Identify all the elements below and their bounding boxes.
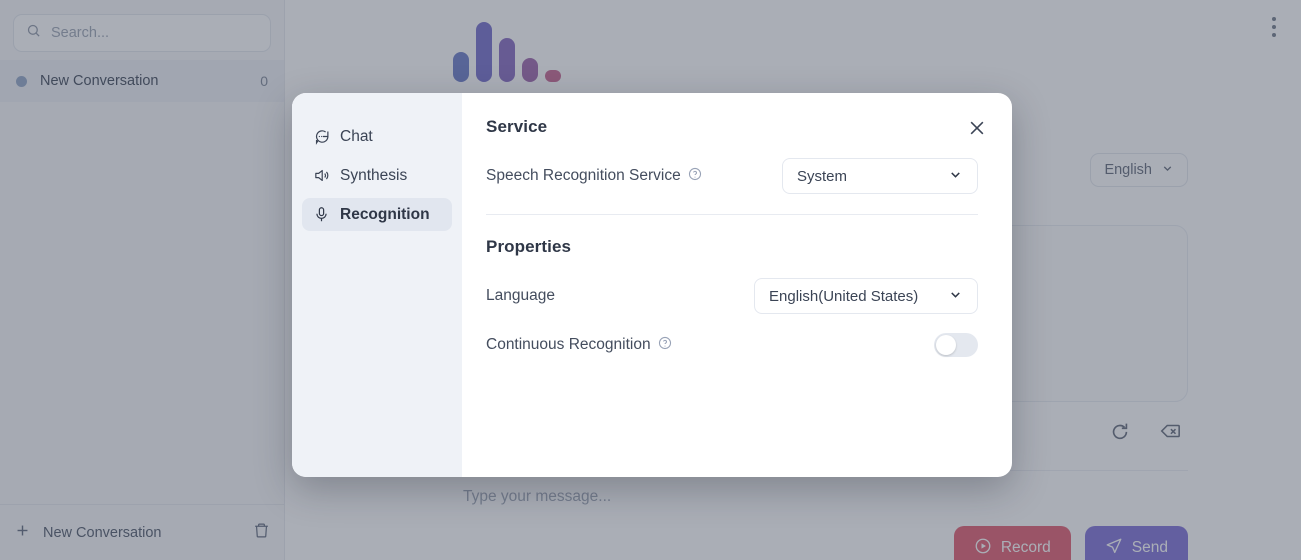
speech-recognition-service-label-text: Speech Recognition Service bbox=[486, 167, 681, 184]
speech-recognition-service-select[interactable]: System bbox=[782, 158, 978, 194]
settings-nav-item-chat[interactable]: Chat bbox=[302, 120, 452, 153]
speech-recognition-service-value: System bbox=[797, 167, 848, 185]
language-label: Language bbox=[486, 287, 555, 304]
properties-section-heading: Properties bbox=[486, 237, 572, 256]
settings-content: Service Speech Recognition Service Syste… bbox=[462, 93, 1012, 477]
service-section-heading: Service bbox=[486, 117, 548, 136]
speech-recognition-service-label: Speech Recognition Service bbox=[486, 167, 702, 186]
language-row: Language English(United States) bbox=[486, 278, 978, 314]
chevron-down-icon bbox=[948, 287, 963, 306]
settings-nav-label-synthesis: Synthesis bbox=[340, 166, 408, 184]
chevron-down-icon bbox=[948, 167, 963, 186]
settings-nav-item-recognition[interactable]: Recognition bbox=[302, 198, 452, 231]
settings-nav-item-synthesis[interactable]: Synthesis bbox=[302, 159, 452, 192]
continuous-recognition-row: Continuous Recognition bbox=[486, 328, 978, 362]
settings-nav-label-recognition: Recognition bbox=[340, 205, 430, 223]
app-root: Search... New Conversation 0 New Convers… bbox=[0, 0, 1301, 560]
continuous-recognition-toggle[interactable] bbox=[934, 333, 978, 357]
toggle-knob bbox=[936, 335, 956, 355]
settings-modal: Chat Synthesis Recognition Service Speec… bbox=[292, 93, 1012, 477]
language-value: English(United States) bbox=[769, 287, 919, 305]
help-circle-icon[interactable] bbox=[658, 336, 672, 355]
microphone-icon bbox=[313, 206, 330, 223]
speech-recognition-service-row: Speech Recognition Service System bbox=[486, 158, 978, 194]
close-icon bbox=[967, 118, 987, 143]
continuous-recognition-label: Continuous Recognition bbox=[486, 336, 672, 355]
close-button[interactable] bbox=[964, 117, 990, 143]
continuous-recognition-label-text: Continuous Recognition bbox=[486, 336, 651, 353]
help-circle-icon[interactable] bbox=[688, 167, 702, 186]
language-select[interactable]: English(United States) bbox=[754, 278, 978, 314]
settings-nav: Chat Synthesis Recognition bbox=[292, 93, 462, 477]
chat-bubble-icon bbox=[313, 128, 330, 145]
speaker-icon bbox=[313, 167, 330, 184]
settings-nav-label-chat: Chat bbox=[340, 127, 373, 145]
section-divider bbox=[486, 214, 978, 215]
